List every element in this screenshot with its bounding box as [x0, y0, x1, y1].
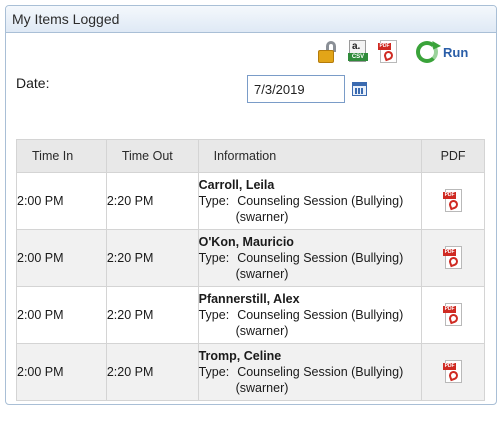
column-header-time-in[interactable]: Time In	[16, 139, 107, 173]
column-header-pdf: PDF	[421, 139, 485, 173]
table-row: 2:00 PM 2:20 PM Carroll, Leila Type: Counsel…	[16, 172, 485, 230]
type-line: Type: Counseling Session (Bullying)	[199, 364, 422, 380]
column-header-information[interactable]: Information	[197, 139, 423, 173]
pdf-icon[interactable]: PDF	[443, 360, 463, 384]
information-cell: Carroll, Leila Type: Counseling Session (B…	[197, 172, 423, 230]
student-name: O'Kon, Mauricio	[198, 235, 294, 249]
logged-by-user: (swarner)	[235, 210, 289, 224]
time-out-cell: 2:20 PM	[105, 229, 199, 287]
session-type: Counseling Session (Bullying)	[237, 365, 404, 379]
pdf-cell: PDF	[421, 286, 485, 344]
table-header-row: Time In Time Out Information PDF	[16, 139, 485, 173]
logged-by-user: (swarner)	[235, 324, 289, 338]
calendar-icon[interactable]	[352, 82, 367, 96]
items-table: Time In Time Out Information PDF 2:00 PM…	[16, 139, 485, 401]
type-line: Type: Counseling Session (Bullying)	[199, 193, 422, 209]
date-label: Date:	[16, 75, 50, 91]
pdf-cell: PDF	[421, 343, 485, 401]
type-line: Type: Counseling Session (Bullying)	[199, 307, 422, 323]
date-input[interactable]	[247, 75, 345, 103]
table-row: 2:00 PM 2:20 PM Pfannerstill, Alex Type: Cou…	[16, 286, 485, 344]
session-type: Counseling Session (Bullying)	[237, 251, 404, 265]
session-type: Counseling Session (Bullying)	[237, 194, 404, 208]
time-in-cell: 2:00 PM	[16, 229, 107, 287]
time-in-cell: 2:00 PM	[16, 172, 107, 230]
refresh-icon	[416, 41, 438, 63]
type-label: Type:	[198, 308, 230, 322]
report-toolbar: a. CSV PDF Run	[318, 39, 468, 65]
type-label: Type:	[198, 251, 230, 265]
type-label: Type:	[198, 365, 230, 379]
student-name: Pfannerstill, Alex	[198, 292, 300, 306]
csv-export-icon[interactable]: a. CSV	[348, 40, 368, 64]
logged-by-user: (swarner)	[235, 267, 289, 281]
session-type: Counseling Session (Bullying)	[237, 308, 404, 322]
pdf-icon[interactable]: PDF	[443, 189, 463, 213]
run-button-label: Run	[443, 44, 469, 60]
column-header-time-out[interactable]: Time Out	[105, 139, 199, 173]
logged-by-user: (swarner)	[235, 381, 289, 395]
information-cell: O'Kon, Mauricio Type: Counseling Session (…	[197, 229, 423, 287]
time-out-cell: 2:20 PM	[105, 343, 199, 401]
pdf-export-icon[interactable]: PDF	[378, 40, 400, 64]
information-cell: Tromp, Celine Type: Counseling Session (Bu…	[197, 343, 423, 401]
run-button[interactable]: Run	[416, 41, 468, 63]
time-in-cell: 2:00 PM	[16, 343, 107, 401]
table-row: 2:00 PM 2:20 PM O'Kon, Mauricio Type: Counse…	[16, 229, 485, 287]
type-label: Type:	[198, 194, 230, 208]
time-out-cell: 2:20 PM	[105, 286, 199, 344]
table-row: 2:00 PM 2:20 PM Tromp, Celine Type: Counseli…	[16, 343, 485, 401]
type-line: Type: Counseling Session (Bullying)	[199, 250, 422, 266]
information-cell: Pfannerstill, Alex Type: Counseling Sessio…	[197, 286, 423, 344]
pdf-cell: PDF	[421, 172, 485, 230]
time-out-cell: 2:20 PM	[105, 172, 199, 230]
time-in-cell: 2:00 PM	[16, 286, 107, 344]
pdf-icon[interactable]: PDF	[443, 246, 463, 270]
student-name: Carroll, Leila	[198, 178, 275, 192]
pdf-cell: PDF	[421, 229, 485, 287]
panel-title: My Items Logged	[6, 6, 496, 33]
unlocked-padlock-icon[interactable]	[318, 40, 340, 64]
pdf-icon[interactable]: PDF	[443, 303, 463, 327]
student-name: Tromp, Celine	[198, 349, 282, 363]
